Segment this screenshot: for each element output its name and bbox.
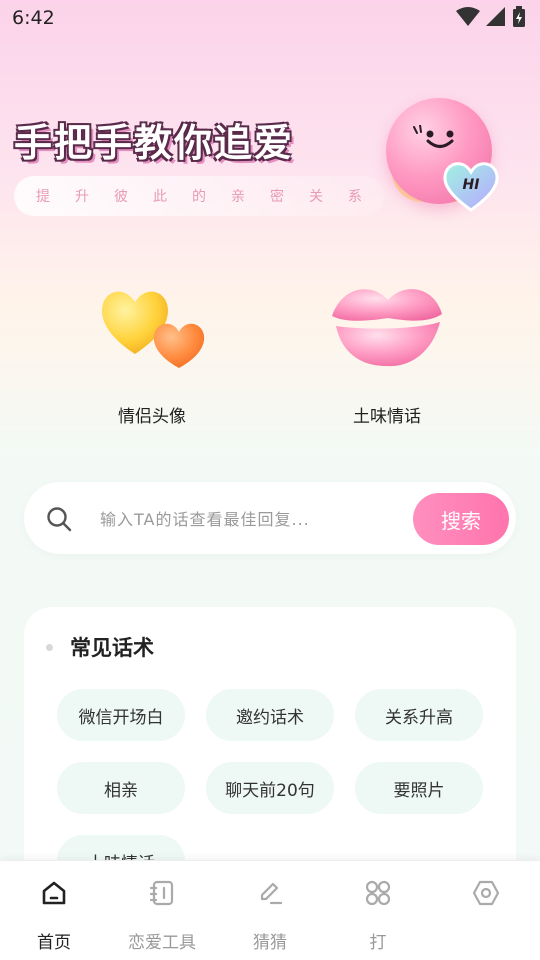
- feature-couple-avatar[interactable]: 情侣头像: [72, 276, 232, 427]
- lips-icon: [332, 289, 442, 367]
- nav-label: 打: [369, 933, 387, 953]
- feature-cheesy-lines[interactable]: 土味情话: [307, 276, 467, 427]
- phrase-chip[interactable]: 相亲: [57, 762, 185, 814]
- banner-subtitle: 提升彼此的亲密关系: [14, 176, 384, 216]
- home-icon: [42, 881, 66, 905]
- smiley-face-icon: [413, 125, 454, 148]
- status-icons: [456, 6, 526, 28]
- hearts-icon: [102, 291, 205, 368]
- section-dot: [46, 644, 53, 651]
- nav-label: 恋爱工具: [128, 933, 196, 953]
- nav-label: 猜猜: [253, 933, 287, 953]
- nav-play[interactable]: 打: [328, 861, 428, 960]
- grid-icon: [365, 880, 391, 906]
- search-input[interactable]: [100, 500, 400, 538]
- bottom-nav: 首页 恋爱工具 猜猜 打: [0, 860, 540, 960]
- signal-icon: [486, 7, 505, 26]
- search-button[interactable]: 搜索: [413, 493, 509, 545]
- nav-guess[interactable]: 猜猜: [220, 861, 320, 960]
- phrase-chip[interactable]: 微信开场白: [57, 689, 185, 741]
- feature-label: 情侣头像: [118, 407, 186, 427]
- status-bar: 6:42: [0, 0, 540, 36]
- search-icon: [47, 507, 72, 532]
- phrase-chip[interactable]: 聊天前20句: [206, 762, 334, 814]
- nav-label: 首页: [37, 933, 71, 953]
- status-time: 6:42: [12, 7, 55, 29]
- hi-heart-badge: HI: [442, 158, 500, 212]
- nav-settings[interactable]: [436, 861, 536, 960]
- edit-icon: [260, 882, 283, 905]
- notebook-icon: [149, 880, 174, 906]
- phrase-chip[interactable]: 要照片: [355, 762, 483, 814]
- phrase-chip[interactable]: 关系升高: [355, 689, 483, 741]
- nav-love-tools[interactable]: 恋爱工具: [112, 861, 212, 960]
- feature-label: 土味情话: [353, 407, 421, 427]
- hi-badge-text: HI: [463, 177, 480, 193]
- battery-icon: [513, 6, 525, 27]
- nav-home[interactable]: 首页: [4, 861, 104, 960]
- banner-title: 手把手教你追爱: [14, 121, 295, 165]
- settings-icon: [472, 880, 500, 906]
- wifi-icon: [456, 7, 480, 26]
- section-title: 常见话术: [70, 636, 154, 660]
- phrase-chip[interactable]: 邀约话术: [206, 689, 334, 741]
